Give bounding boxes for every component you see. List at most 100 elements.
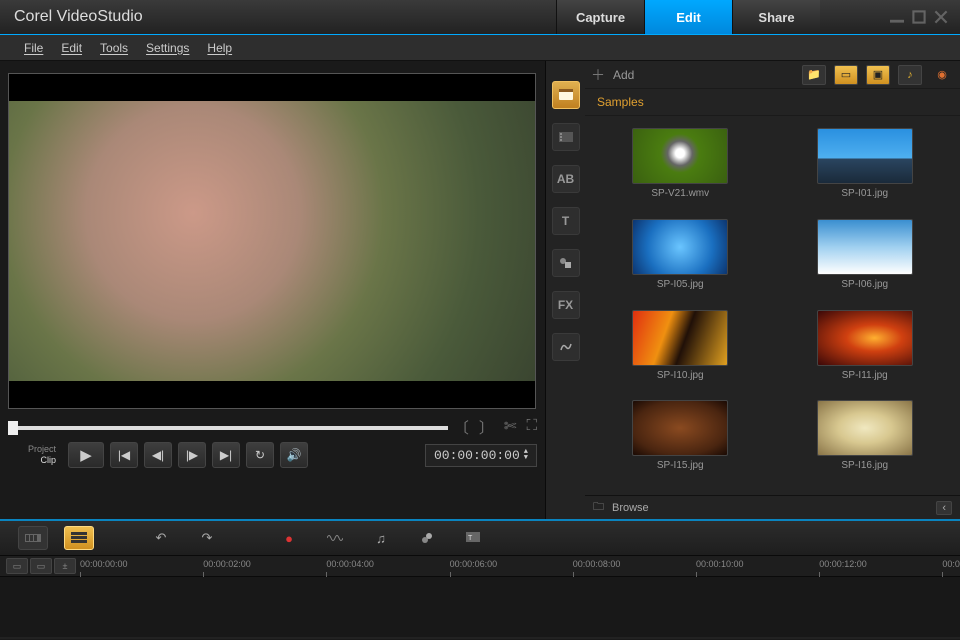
mark-out-icon[interactable]: 〕 bbox=[479, 417, 494, 438]
titles-icon[interactable]: T bbox=[552, 207, 580, 235]
svg-text:T: T bbox=[468, 535, 473, 542]
scrubber-row: 〔 〕 ✄ ⛶ bbox=[8, 417, 537, 438]
library-footer: 🗀 Browse ‹ bbox=[585, 495, 960, 519]
thumbnail-label: SP-I01.jpg bbox=[841, 188, 888, 199]
tab-capture[interactable]: Capture bbox=[556, 0, 644, 34]
subtitle-button[interactable]: T bbox=[458, 526, 488, 550]
repeat-button[interactable]: ↻ bbox=[246, 442, 274, 468]
photo-filter-icon[interactable]: ▣ bbox=[866, 65, 890, 85]
browse-icon[interactable]: 🗀 bbox=[593, 498, 604, 517]
media-library-icon[interactable] bbox=[552, 81, 580, 109]
ruler-tick: 00:00:08:00 bbox=[573, 559, 621, 569]
collapse-icon[interactable]: ‹ bbox=[936, 501, 952, 515]
volume-button[interactable]: 🔊 bbox=[280, 442, 308, 468]
thumbnail bbox=[632, 310, 728, 366]
motion-paths-icon[interactable] bbox=[552, 333, 580, 361]
library-item[interactable]: SP-I06.jpg bbox=[778, 219, 953, 302]
preview-viewport[interactable] bbox=[8, 73, 536, 409]
tab-edit[interactable]: Edit bbox=[644, 0, 732, 34]
ruler-tick: 00:00:02:00 bbox=[203, 559, 251, 569]
menu-file[interactable]: File bbox=[24, 41, 43, 55]
transitions-icon[interactable]: AB bbox=[552, 165, 580, 193]
thumbnail-label: SP-I05.jpg bbox=[657, 279, 704, 290]
redo-button[interactable]: ↷ bbox=[192, 526, 222, 550]
library-item[interactable]: SP-I16.jpg bbox=[778, 400, 953, 483]
thumbnail bbox=[817, 310, 913, 366]
title-bar: Corel VideoStudio Capture Edit Share bbox=[0, 0, 960, 35]
library-item[interactable]: SP-I10.jpg bbox=[593, 310, 768, 393]
go-start-button[interactable]: |◀ bbox=[110, 442, 138, 468]
undo-button[interactable]: ↶ bbox=[146, 526, 176, 550]
menu-help[interactable]: Help bbox=[207, 41, 232, 55]
thumbnail bbox=[817, 128, 913, 184]
video-filter-icon[interactable]: ▭ bbox=[834, 65, 858, 85]
browse-label[interactable]: Browse bbox=[612, 502, 649, 514]
library-panel: ＋ Add 📁 ▭ ▣ ♪ ◉ Samples SP-V21.wmv SP-I0… bbox=[585, 61, 960, 519]
clip-label[interactable]: Clip bbox=[8, 455, 56, 466]
mode-tabs: Capture Edit Share bbox=[556, 0, 820, 34]
ruler-tick: 00:00:12:00 bbox=[819, 559, 867, 569]
library-item[interactable]: SP-I11.jpg bbox=[778, 310, 953, 393]
library-item[interactable]: SP-I15.jpg bbox=[593, 400, 768, 483]
track-toggle-2[interactable]: ▭ bbox=[30, 558, 52, 574]
close-icon[interactable] bbox=[934, 10, 948, 24]
add-label[interactable]: Add bbox=[613, 68, 634, 82]
timecode-stepper[interactable]: ▲▼ bbox=[524, 449, 528, 461]
scrubber-thumb[interactable] bbox=[8, 421, 18, 435]
folder-filter-icon[interactable]: 📁 bbox=[802, 65, 826, 85]
ruler-tick: 00:00:06:00 bbox=[450, 559, 498, 569]
instant-project-icon[interactable] bbox=[552, 123, 580, 151]
timecode-value: 00:00:00:00 bbox=[434, 448, 520, 463]
play-button[interactable]: ▶ bbox=[68, 442, 104, 468]
ruler-ticks: 00:00:00:00 00:00:02:00 00:00:04:00 00:0… bbox=[80, 556, 960, 576]
storyboard-view-button[interactable] bbox=[18, 526, 48, 550]
menu-tools[interactable]: Tools bbox=[100, 41, 128, 55]
graphics-icon[interactable] bbox=[552, 249, 580, 277]
filters-icon[interactable]: FX bbox=[552, 291, 580, 319]
scrubber-track[interactable] bbox=[8, 426, 448, 430]
thumbnail bbox=[632, 219, 728, 275]
preview-panel: 〔 〕 ✄ ⛶ Project Clip ▶ |◀ ◀| |▶ ▶| ↻ 🔊 0… bbox=[0, 61, 545, 519]
library-folder-label[interactable]: Samples bbox=[585, 89, 960, 116]
menu-edit[interactable]: Edit bbox=[61, 41, 82, 55]
record-button[interactable]: ● bbox=[274, 526, 304, 550]
timecode-display[interactable]: 00:00:00:00 ▲▼ bbox=[425, 444, 537, 467]
library-item[interactable]: SP-V21.wmv bbox=[593, 128, 768, 211]
window-controls bbox=[820, 10, 960, 24]
library-item[interactable]: SP-I01.jpg bbox=[778, 128, 953, 211]
timeline-ruler[interactable]: ▭ ▭ ± 00:00:00:00 00:00:02:00 00:00:04:0… bbox=[0, 555, 960, 577]
sort-filter-icon[interactable]: ◉ bbox=[930, 65, 954, 85]
thumbnail-label: SP-I11.jpg bbox=[842, 370, 888, 381]
prev-frame-button[interactable]: ◀| bbox=[144, 442, 172, 468]
fullscreen-icon[interactable]: ⛶ bbox=[526, 417, 537, 438]
app-title: Corel VideoStudio bbox=[0, 8, 556, 26]
menu-settings[interactable]: Settings bbox=[146, 41, 189, 55]
go-end-button[interactable]: ▶| bbox=[212, 442, 240, 468]
audio-mixer-button[interactable] bbox=[320, 526, 350, 550]
mark-in-icon[interactable]: 〔 bbox=[454, 417, 469, 438]
ruler-tick: 00:00:00:00 bbox=[80, 559, 128, 569]
tab-share[interactable]: Share bbox=[732, 0, 820, 34]
thumbnail bbox=[632, 400, 728, 456]
minimize-icon[interactable] bbox=[890, 10, 904, 24]
ruler-tick: 00:00:14:00 bbox=[942, 559, 960, 569]
cut-icon[interactable]: ✄ bbox=[504, 417, 517, 438]
ruler-tick: 00:00:10:00 bbox=[696, 559, 744, 569]
timeline-view-button[interactable] bbox=[64, 526, 94, 550]
auto-music-button[interactable]: ♫ bbox=[366, 526, 396, 550]
library-item[interactable]: SP-I05.jpg bbox=[593, 219, 768, 302]
thumbnail-label: SP-V21.wmv bbox=[651, 188, 709, 199]
track-toggle-1[interactable]: ▭ bbox=[6, 558, 28, 574]
next-frame-button[interactable]: |▶ bbox=[178, 442, 206, 468]
thumbnail bbox=[817, 219, 913, 275]
menu-bar: File Edit Tools Settings Help bbox=[0, 35, 960, 61]
add-icon[interactable]: ＋ bbox=[591, 65, 605, 85]
library-category-strip: AB T FX bbox=[545, 61, 585, 519]
track-motion-button[interactable] bbox=[412, 526, 442, 550]
audio-filter-icon[interactable]: ♪ bbox=[898, 65, 922, 85]
track-toggle-3[interactable]: ± bbox=[54, 558, 76, 574]
restore-icon[interactable] bbox=[912, 10, 926, 24]
project-label[interactable]: Project bbox=[8, 444, 56, 455]
track-header: ▭ ▭ ± bbox=[0, 558, 80, 574]
timeline-tracks[interactable] bbox=[0, 577, 960, 637]
